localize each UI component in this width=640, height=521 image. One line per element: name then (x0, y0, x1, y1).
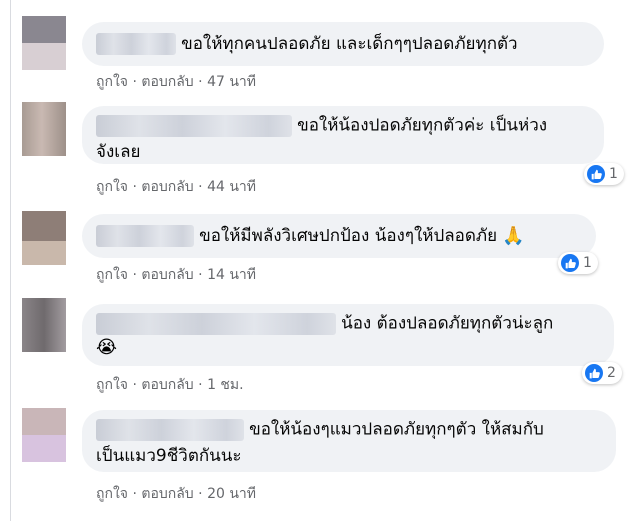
comment-bubble: ขอให้น้องๆแมวปลอดภัยทุกๆตัว ให้สมกับ เป็… (82, 410, 616, 472)
reply-link[interactable]: ตอบกลับ (141, 267, 193, 283)
avatar[interactable] (22, 16, 66, 70)
separator: · (198, 377, 203, 393)
comment-bubble: น้อง ต้องปลอดภัยทุกตัวน่ะลูก 😭 (82, 304, 614, 366)
reply-link[interactable]: ตอบกลับ (141, 74, 193, 90)
separator: · (132, 179, 137, 195)
comment-text-line-2: เป็นแมว9ชีวิตกันนะ (96, 445, 242, 466)
comment-actions: ถูกใจ · ตอบกลับ · 20 นาที (96, 483, 256, 505)
separator: · (132, 267, 137, 283)
praying-hands-icon: 🙏 (502, 225, 525, 247)
avatar[interactable] (22, 211, 66, 265)
separator: · (132, 74, 137, 90)
blurred-author-name[interactable] (96, 114, 292, 137)
comment-text-line-2: จังเลย (96, 141, 141, 162)
comment-actions: ถูกใจ · ตอบกลับ · 44 นาที (96, 176, 256, 198)
thumbs-up-icon (561, 254, 579, 272)
thread-line (10, 0, 11, 521)
comment-time[interactable]: 1 ชม. (207, 377, 244, 393)
comment-actions: ถูกใจ · ตอบกลับ · 1 ชม. (96, 374, 244, 396)
comment-actions: ถูกใจ · ตอบกลับ · 14 นาที (96, 264, 256, 286)
avatar[interactable] (22, 298, 66, 352)
separator: · (198, 179, 203, 195)
reply-link[interactable]: ตอบกลับ (141, 179, 193, 195)
comment-text: ขอให้น้องๆแมวปลอดภัยทุกๆตัว ให้สมกับ (249, 419, 544, 440)
like-link[interactable]: ถูกใจ (96, 74, 128, 90)
avatar[interactable] (22, 408, 66, 462)
reaction-count[interactable]: 1 (584, 163, 624, 185)
separator: · (198, 74, 203, 90)
reaction-count[interactable]: 2 (582, 362, 622, 384)
comment-time[interactable]: 20 นาที (207, 486, 256, 502)
blurred-author-name[interactable] (96, 418, 244, 441)
comment-bubble: ขอให้ทุกคนปลอดภัย และเด็กๆๆปลอดภัยทุกตัว (82, 22, 604, 66)
reply-link[interactable]: ตอบกลับ (141, 377, 193, 393)
blurred-author-name[interactable] (96, 225, 194, 247)
separator: · (198, 486, 203, 502)
thumbs-up-icon (585, 364, 603, 382)
reaction-count[interactable]: 1 (558, 252, 598, 274)
comment-actions: ถูกใจ · ตอบกลับ · 47 นาที (96, 71, 256, 93)
crying-face-icon: 😭 (96, 336, 118, 358)
thumbs-up-icon (587, 165, 605, 183)
comment-bubble: ขอให้มีพลังวิเศษปกป้อง น้องๆให้ปลอดภัย 🙏 (82, 214, 596, 258)
like-link[interactable]: ถูกใจ (96, 179, 128, 195)
blurred-author-name[interactable] (96, 33, 176, 55)
comment-time[interactable]: 14 นาที (207, 267, 256, 283)
comment-text: ขอให้มีพลังวิเศษปกป้อง น้องๆให้ปลอดภัย (199, 226, 498, 246)
comment-text: ขอให้น้องปอดภัยทุกตัวค่ะ เป็นห่วง (297, 115, 548, 136)
separator: · (198, 267, 203, 283)
like-link[interactable]: ถูกใจ (96, 377, 128, 393)
comment-bubble: ขอให้น้องปอดภัยทุกตัวค่ะ เป็นห่วง จังเลย (82, 106, 604, 164)
reply-link[interactable]: ตอบกลับ (141, 486, 193, 502)
comment-text: น้อง ต้องปลอดภัยทุกตัวน่ะลูก (341, 313, 554, 334)
like-link[interactable]: ถูกใจ (96, 267, 128, 283)
like-link[interactable]: ถูกใจ (96, 486, 128, 502)
separator: · (132, 377, 137, 393)
blurred-author-name[interactable] (96, 312, 336, 335)
comment-time[interactable]: 44 นาที (207, 179, 256, 195)
avatar[interactable] (22, 102, 66, 156)
comment-text: ขอให้ทุกคนปลอดภัย และเด็กๆๆปลอดภัยทุกตัว (181, 34, 518, 54)
comment-time[interactable]: 47 นาที (207, 74, 256, 90)
separator: · (132, 486, 137, 502)
